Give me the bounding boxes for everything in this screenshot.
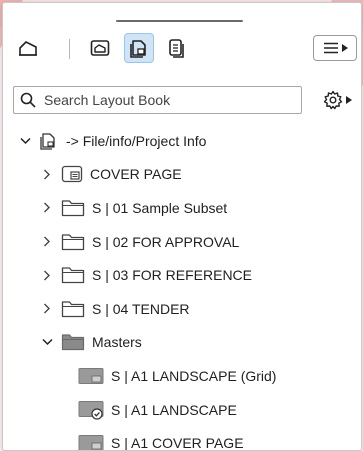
tree-item-label: S | 03 FOR REFERENCE — [92, 267, 253, 284]
publisher-sets-button[interactable] — [161, 33, 191, 63]
tree-item-cover-page[interactable]: COVER PAGE — [3, 158, 361, 192]
project-map-icon — [19, 41, 37, 56]
layout-tree: -> File/info/Project Info COVER PAGE S |… — [3, 124, 361, 451]
tree-item-label: S | A1 LANDSCAPE (Grid) — [111, 367, 277, 384]
master-layout-icon — [78, 367, 104, 385]
view-map-button[interactable] — [85, 33, 115, 63]
tree-item-label: S | A1 COVER PAGE — [111, 435, 244, 451]
chevron-right-icon[interactable] — [41, 303, 53, 315]
tree-item-subset-02[interactable]: S | 02 FOR APPROVAL — [3, 225, 361, 259]
tree-item-master-cover-page[interactable]: S | A1 COVER PAGE — [3, 426, 361, 451]
chevron-right-icon[interactable] — [41, 269, 53, 281]
tree-item-subset-03[interactable]: S | 03 FOR REFERENCE — [3, 258, 361, 292]
panel-menu-button[interactable] — [313, 35, 357, 61]
triangle-right-icon — [345, 96, 352, 104]
panel-drag-handle[interactable] — [116, 20, 243, 22]
tree-item-master-landscape-grid[interactable]: S | A1 LANDSCAPE (Grid) — [3, 359, 361, 393]
subset-icon — [61, 165, 83, 183]
tree-item-subset-04[interactable]: S | 04 TENDER — [3, 292, 361, 326]
layout-book-button[interactable] — [124, 33, 154, 63]
view-map-icon — [90, 40, 110, 56]
tree-root-label: -> File/info/Project Info — [66, 132, 207, 149]
master-layout-default-icon — [78, 400, 104, 420]
tree-item-subset-01[interactable]: S | 01 Sample Subset — [3, 191, 361, 225]
folder-icon — [61, 233, 85, 251]
folder-filled-icon — [61, 333, 85, 351]
tree-root-row[interactable]: -> File/info/Project Info — [3, 124, 361, 158]
master-layout-icon — [78, 434, 104, 450]
tree-item-label: S | 01 Sample Subset — [92, 199, 228, 216]
search-row — [3, 86, 361, 116]
tree-item-master-landscape[interactable]: S | A1 LANDSCAPE — [3, 393, 361, 427]
chevron-right-icon[interactable] — [41, 202, 53, 214]
folder-icon — [61, 199, 85, 217]
toolbar-separator — [69, 39, 70, 59]
gear-icon — [323, 90, 342, 110]
chevron-down-icon[interactable] — [41, 336, 53, 348]
tree-item-label: S | 04 TENDER — [92, 300, 190, 317]
folder-icon — [61, 300, 85, 318]
search-icon — [20, 92, 36, 108]
layout-book-panel: -> File/info/Project Info COVER PAGE — [2, 2, 362, 451]
settings-button[interactable] — [316, 87, 358, 113]
tree-item-label: COVER PAGE — [90, 166, 182, 183]
chevron-down-icon[interactable] — [19, 135, 31, 147]
folder-icon — [61, 266, 85, 284]
layout-book-icon — [130, 40, 146, 58]
chevron-right-icon[interactable] — [41, 168, 53, 180]
search-input[interactable] — [42, 91, 296, 109]
hamburger-icon — [323, 42, 338, 54]
publisher-sets-icon — [169, 39, 184, 58]
layout-book-icon — [39, 132, 59, 150]
project-map-button[interactable] — [13, 33, 43, 63]
tree-item-label: Masters — [92, 334, 142, 351]
tree-item-label: S | A1 LANDSCAPE — [111, 401, 237, 418]
chevron-right-icon[interactable] — [41, 236, 53, 248]
tree-item-masters[interactable]: Masters — [3, 326, 361, 360]
search-field[interactable] — [13, 86, 302, 114]
triangle-right-icon — [341, 44, 348, 52]
tree-item-label: S | 02 FOR APPROVAL — [92, 233, 240, 250]
navigator-toolbar — [3, 33, 361, 67]
